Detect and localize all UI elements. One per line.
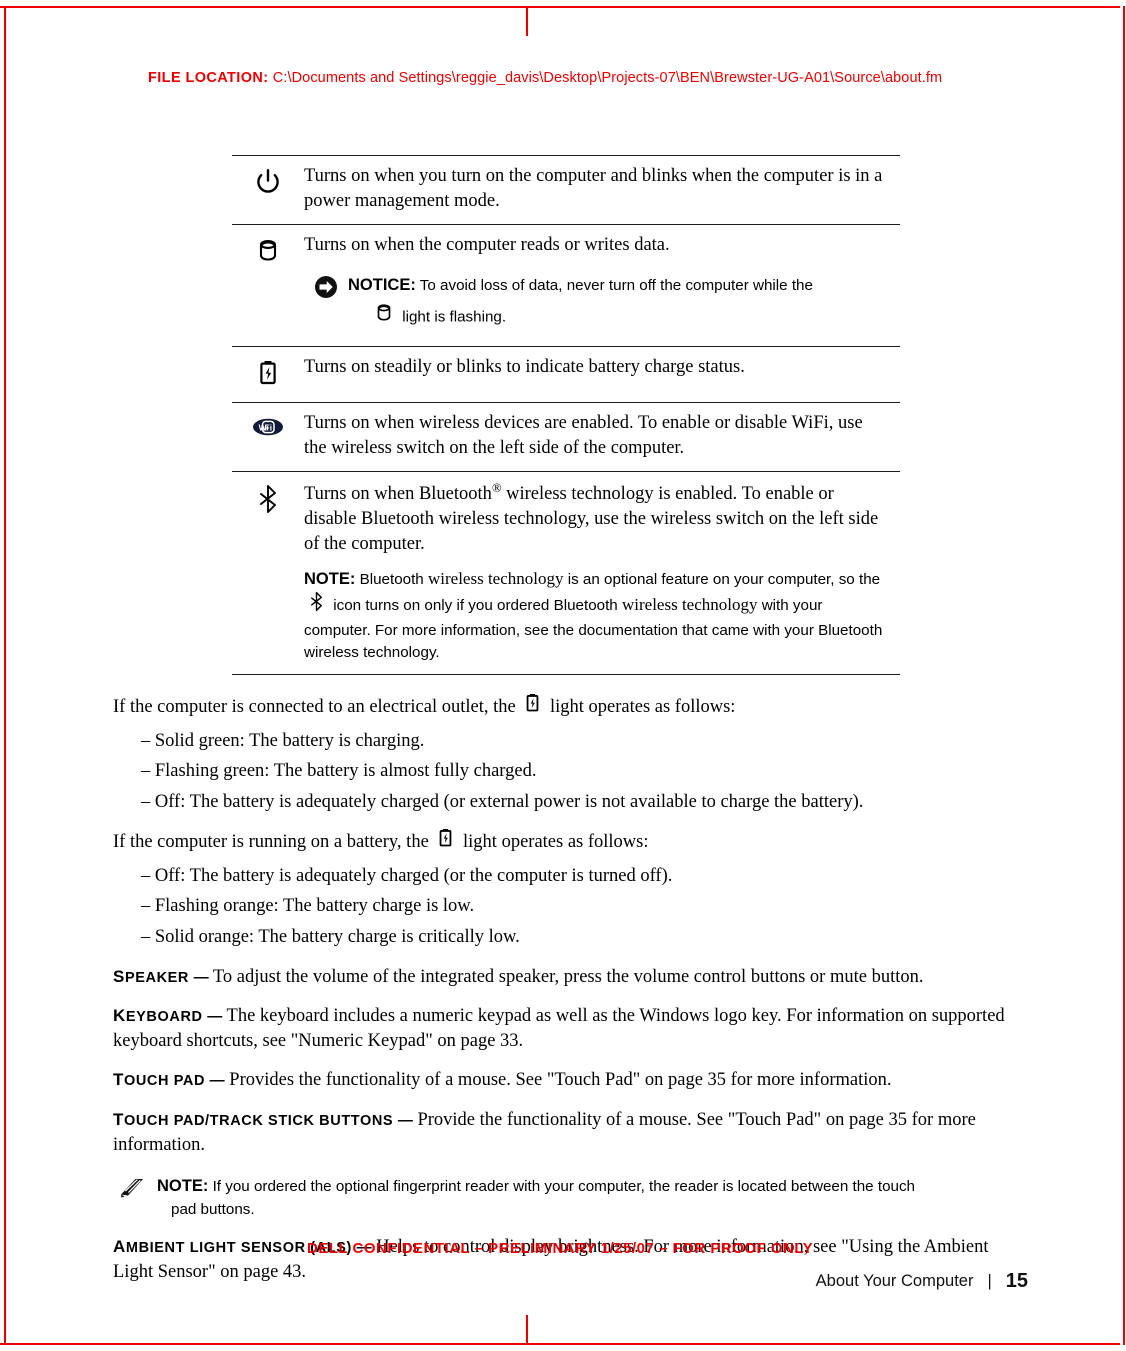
list-item: – Off: The battery is adequately charged… xyxy=(141,791,864,812)
drive-activity-icon xyxy=(375,302,393,331)
definition-keyboard: KEYBOARD — The keyboard includes a numer… xyxy=(113,1004,1013,1053)
notice-arrow-icon xyxy=(314,275,338,306)
confidential-footer: DELL CONFIDENTIAL – PRELIMINARY 1/25/07 … xyxy=(307,1240,814,1257)
note-seg2: wireless technology xyxy=(427,568,564,588)
note-seg5: wireless technology xyxy=(621,594,758,614)
note-seg1: Bluetooth xyxy=(359,570,428,588)
row-description-text: Turns on when Bluetooth® wireless techno… xyxy=(304,480,888,557)
status-lights-table: Turns on when you turn on the computer a… xyxy=(232,155,900,675)
table-row: Turns on when Bluetooth® wireless techno… xyxy=(232,470,900,675)
definition-text: The keyboard includes a numeric keypad a… xyxy=(113,1006,1005,1051)
definition-dash: — xyxy=(207,1008,223,1026)
file-location-label: FILE LOCATION: xyxy=(148,70,269,86)
status-light-description: Turns on steadily or blinks to indicate … xyxy=(304,345,900,403)
batt-intro-after: light operates as follows: xyxy=(463,832,649,853)
bluetooth-icon xyxy=(257,484,279,519)
note-pencil-icon xyxy=(119,1177,145,1206)
list-item: – Flashing green: The battery is almost … xyxy=(141,761,537,782)
power-icon xyxy=(255,168,281,201)
svg-text:Fi: Fi xyxy=(265,423,272,433)
bluetooth-desc-part1: Turns on when Bluetooth xyxy=(304,484,492,504)
definition-term: TOUCH PAD/TRACK STICK BUTTONS xyxy=(113,1110,394,1130)
definition-text: To adjust the volume of the integrated s… xyxy=(212,966,924,987)
fingerprint-reader-note: NOTE: If you ordered the optional finger… xyxy=(119,1175,1013,1220)
definition-touch-pad: TOUCH PAD — Provides the functionality o… xyxy=(113,1068,1013,1093)
page-footer: About Your Computer | 15 xyxy=(816,1270,1028,1293)
definition-touch-pad-track-stick-buttons: TOUCH PAD/TRACK STICK BUTTONS — Provide … xyxy=(113,1108,1013,1157)
status-light-icon-cell xyxy=(232,156,304,225)
document-page: FILE LOCATION: C:\Documents and Settings… xyxy=(0,0,1126,1351)
list-item: – Flashing orange: The battery charge is… xyxy=(141,896,475,917)
page-content: Turns on when you turn on the computer a… xyxy=(113,155,1013,1284)
table-row: Turns on when the computer reads or writ… xyxy=(232,223,900,347)
status-light-description: Turns on when wireless devices are enabl… xyxy=(304,401,900,472)
row-description-text: Turns on steadily or blinks to indicate … xyxy=(304,356,745,377)
bluetooth-icon xyxy=(309,591,324,619)
wifi-icon: Wi Fi xyxy=(250,415,286,444)
note-text-continued: pad buttons. xyxy=(171,1200,255,1218)
note-seg3: is an optional feature on your computer,… xyxy=(563,570,881,588)
definition-dash: — xyxy=(397,1112,413,1130)
table-row: Turns on when you turn on the computer a… xyxy=(232,156,900,225)
row-description-text: Turns on when wireless devices are enabl… xyxy=(304,412,863,458)
status-light-description: Turns on when the computer reads or writ… xyxy=(304,223,900,347)
row-description-text: Turns on when the computer reads or writ… xyxy=(304,234,670,255)
note-label: NOTE: xyxy=(304,569,356,588)
note-label: NOTE: xyxy=(157,1177,209,1196)
registered-mark: ® xyxy=(491,480,502,495)
list-item: – Off: The battery is adequately charged… xyxy=(141,865,673,886)
status-light-icon-cell xyxy=(232,470,304,675)
table-row: Wi Fi Turns on when wireless devices are… xyxy=(232,401,900,472)
status-light-icon-cell: Wi Fi xyxy=(232,401,304,472)
file-location-header: FILE LOCATION: C:\Documents and Settings… xyxy=(148,70,942,86)
footer-chapter-title: About Your Computer xyxy=(815,1272,974,1290)
battery-icon xyxy=(258,359,278,392)
crop-mark-left xyxy=(4,6,6,1345)
registration-tick-top xyxy=(526,6,528,36)
definition-term: KEYBOARD xyxy=(113,1006,203,1026)
row-description-text: Turns on when you turn on the computer a… xyxy=(304,166,883,211)
definition-dash: — xyxy=(209,1072,225,1090)
note-admonition: NOTE: Bluetooth wireless technology is a… xyxy=(304,567,888,664)
page-number: 15 xyxy=(1005,1270,1028,1292)
ac-intro-after: light operates as follows: xyxy=(549,696,736,717)
definition-term: SPEAKER xyxy=(113,966,189,986)
registration-tick-bottom xyxy=(526,1315,528,1345)
table-row: Turns on steadily or blinks to indicate … xyxy=(232,345,900,403)
crop-mark-top xyxy=(0,6,1120,8)
list-item: – Solid orange: The battery charge is cr… xyxy=(141,927,520,948)
file-location-path: C:\Documents and Settings\reggie_davis\D… xyxy=(272,70,943,86)
notice-admonition: NOTICE: To avoid loss of data, never tur… xyxy=(314,274,888,332)
notice-second-line: light is flashing. xyxy=(370,303,888,332)
batt-intro-before: If the computer is running on a battery,… xyxy=(113,832,429,853)
ac-intro-before: If the computer is connected to an elect… xyxy=(113,696,516,717)
crop-mark-bottom xyxy=(0,1343,1120,1345)
footer-separator: | xyxy=(987,1272,992,1290)
list-item: – Solid green: The battery is charging. xyxy=(141,730,425,751)
status-light-description: Turns on when Bluetooth® wireless techno… xyxy=(304,470,900,675)
definition-term: TOUCH PAD xyxy=(113,1070,206,1090)
battery-icon xyxy=(525,692,540,722)
definition-dash: — xyxy=(193,968,209,986)
definition-text: Provides the functionality of a mouse. S… xyxy=(229,1070,892,1091)
status-light-icon-cell xyxy=(232,223,304,347)
battery-power-intro: If the computer is running on a battery,… xyxy=(113,828,1013,858)
ac-power-intro: If the computer is connected to an elect… xyxy=(113,693,1013,723)
note-text: If you ordered the optional fingerprint … xyxy=(212,1178,915,1196)
note-seg4: icon turns on only if you ordered Blueto… xyxy=(333,596,622,614)
drive-activity-icon xyxy=(257,237,279,270)
notice-label: NOTICE: xyxy=(348,275,416,294)
battery-icon xyxy=(438,827,453,857)
status-light-icon-cell xyxy=(232,345,304,403)
notice-text: To avoid loss of data, never turn off th… xyxy=(419,276,813,294)
notice-text-after-icon: light is flashing. xyxy=(402,308,507,326)
status-light-description: Turns on when you turn on the computer a… xyxy=(304,156,900,225)
definition-speaker: SPEAKER — To adjust the volume of the in… xyxy=(113,965,1013,990)
crop-mark-right xyxy=(1123,6,1125,1345)
